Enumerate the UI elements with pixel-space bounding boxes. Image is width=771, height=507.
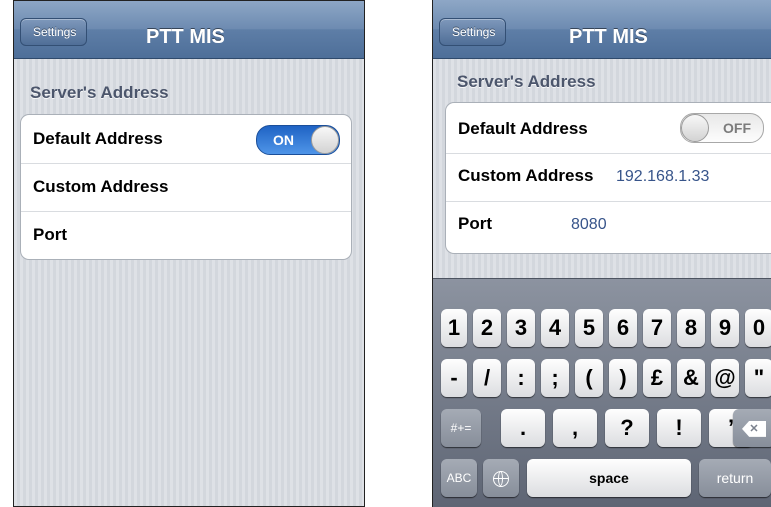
row-label: Custom Address (33, 177, 169, 196)
key-symbols-mode[interactable]: #+= (441, 409, 481, 447)
settings-back-button[interactable]: Settings (439, 18, 507, 46)
row-default-address: Default Address ON (21, 115, 351, 164)
row-label: Default Address (458, 119, 588, 138)
right-screen: Settings PTT MIS Server's Address Defaul… (433, 0, 771, 507)
navigation-bar: Settings PTT MIS (14, 0, 364, 59)
key-exclamation[interactable]: ! (657, 409, 701, 447)
key-9[interactable]: 9 (711, 309, 739, 347)
key-globe[interactable] (483, 459, 519, 497)
row-port[interactable]: Port 8080 (446, 201, 771, 249)
numeric-keyboard: 1 2 3 4 5 6 7 8 9 0 - / : ; ( ) £ & @ " … (433, 278, 771, 507)
key-0[interactable]: 0 (745, 309, 771, 347)
settings-back-button[interactable]: Settings (20, 18, 88, 46)
row-label: Default Address (33, 129, 163, 148)
key-slash[interactable]: / (473, 359, 501, 397)
row-default-address: Default Address OFF (446, 103, 771, 154)
toggle-knob (681, 114, 709, 142)
key-8[interactable]: 8 (677, 309, 705, 347)
nav-title: PTT MIS (146, 26, 225, 48)
key-open-paren[interactable]: ( (575, 359, 603, 397)
backspace-icon: ✕ (742, 420, 766, 437)
key-pound[interactable]: £ (643, 359, 671, 397)
key-question[interactable]: ? (605, 409, 649, 447)
key-abc[interactable]: ABC (441, 459, 477, 497)
key-3[interactable]: 3 (507, 309, 535, 347)
key-7[interactable]: 7 (643, 309, 671, 347)
key-semicolon[interactable]: ; (541, 359, 569, 397)
globe-icon (493, 470, 509, 487)
row-label: Custom Address (458, 166, 594, 185)
delete-key[interactable]: ✕ (733, 409, 771, 447)
key-quote[interactable]: " (745, 359, 771, 397)
section-header: Server's Address (30, 83, 169, 102)
key-close-paren[interactable]: ) (609, 359, 637, 397)
toggle-knob (311, 126, 339, 154)
settings-group: Default Address OFF Custom Address 192.1… (445, 102, 771, 254)
row-label: Port (33, 225, 67, 244)
key-1[interactable]: 1 (441, 309, 467, 347)
row-custom-address[interactable]: Custom Address (21, 163, 351, 212)
key-ampersand[interactable]: & (677, 359, 705, 397)
row-label: Port (458, 214, 492, 233)
key-6[interactable]: 6 (609, 309, 637, 347)
key-colon[interactable]: : (507, 359, 535, 397)
key-hyphen[interactable]: - (441, 359, 467, 397)
key-space[interactable]: space (527, 459, 691, 497)
key-4[interactable]: 4 (541, 309, 569, 347)
key-return[interactable]: return (699, 459, 771, 497)
toggle-label: ON (273, 132, 294, 148)
default-address-toggle[interactable]: OFF (680, 113, 764, 143)
row-custom-address[interactable]: Custom Address 192.168.1.33 (446, 153, 771, 202)
toggle-label: OFF (723, 120, 751, 136)
navigation-bar: Settings PTT MIS (433, 0, 771, 59)
port-field[interactable]: 8080 (571, 216, 607, 234)
row-port[interactable]: Port (21, 211, 351, 259)
key-at[interactable]: @ (711, 359, 739, 397)
key-comma[interactable]: , (553, 409, 597, 447)
key-5[interactable]: 5 (575, 309, 603, 347)
custom-address-field[interactable]: 192.168.1.33 (616, 168, 709, 186)
nav-title: PTT MIS (569, 26, 648, 48)
left-screen: Settings PTT MIS Server's Address Defaul… (14, 0, 364, 507)
key-period[interactable]: . (501, 409, 545, 447)
settings-group: Default Address ON Custom Address Port (20, 114, 352, 260)
section-header: Server's Address (457, 72, 596, 91)
default-address-toggle[interactable]: ON (256, 125, 340, 155)
key-2[interactable]: 2 (473, 309, 501, 347)
